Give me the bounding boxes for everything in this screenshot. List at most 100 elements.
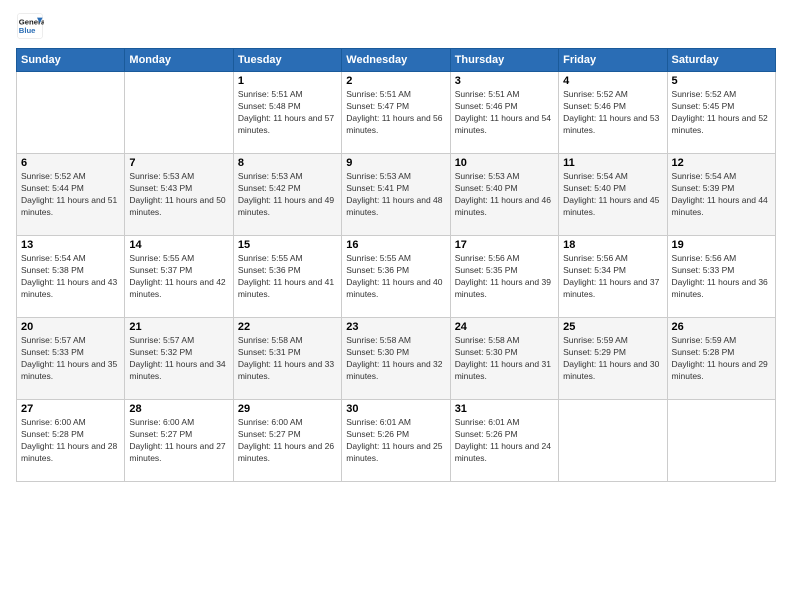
day-number: 22 bbox=[238, 321, 337, 333]
day-number: 16 bbox=[346, 239, 445, 251]
day-info: Sunrise: 5:52 AM Sunset: 5:45 PM Dayligh… bbox=[672, 89, 771, 137]
day-info: Sunrise: 6:01 AM Sunset: 5:26 PM Dayligh… bbox=[455, 417, 554, 465]
day-number: 11 bbox=[563, 157, 662, 169]
day-info: Sunrise: 5:55 AM Sunset: 5:36 PM Dayligh… bbox=[238, 253, 337, 301]
header-day-monday: Monday bbox=[125, 49, 233, 72]
week-row-1: 6Sunrise: 5:52 AM Sunset: 5:44 PM Daylig… bbox=[17, 154, 776, 236]
week-row-4: 27Sunrise: 6:00 AM Sunset: 5:28 PM Dayli… bbox=[17, 400, 776, 482]
day-number: 8 bbox=[238, 157, 337, 169]
svg-text:Blue: Blue bbox=[19, 26, 36, 35]
day-info: Sunrise: 5:51 AM Sunset: 5:48 PM Dayligh… bbox=[238, 89, 337, 137]
calendar-cell: 30 Sunrise: 6:01 AM Sunset: 5:26 PM Dayli… bbox=[342, 400, 450, 482]
day-info: Sunrise: 6:00 AM Sunset: 5:27 PM Dayligh… bbox=[238, 417, 337, 465]
day-number: 13 bbox=[21, 239, 120, 251]
day-number: 6 bbox=[21, 157, 120, 169]
day-number: 10 bbox=[455, 157, 554, 169]
day-number: 21 bbox=[129, 321, 228, 333]
calendar-cell: 6Sunrise: 5:52 AM Sunset: 5:44 PM Daylig… bbox=[17, 154, 125, 236]
day-info: Sunrise: 5:54 AM Sunset: 5:39 PM Dayligh… bbox=[672, 171, 771, 219]
day-info: Sunrise: 6:00 AM Sunset: 5:27 PM Dayligh… bbox=[129, 417, 228, 465]
day-number: 18 bbox=[563, 239, 662, 251]
day-info: Sunrise: 5:57 AM Sunset: 5:32 PM Dayligh… bbox=[129, 335, 228, 383]
header-day-saturday: Saturday bbox=[667, 49, 775, 72]
day-number: 14 bbox=[129, 239, 228, 251]
day-number: 9 bbox=[346, 157, 445, 169]
day-number: 2 bbox=[346, 75, 445, 87]
day-info: Sunrise: 5:53 AM Sunset: 5:43 PM Dayligh… bbox=[129, 171, 228, 219]
calendar-cell: 12 Sunrise: 5:54 AM Sunset: 5:39 PM Dayli… bbox=[667, 154, 775, 236]
day-info: Sunrise: 5:59 AM Sunset: 5:29 PM Dayligh… bbox=[563, 335, 662, 383]
calendar-body: 1 Sunrise: 5:51 AM Sunset: 5:48 PM Daylig… bbox=[17, 72, 776, 482]
week-row-2: 13 Sunrise: 5:54 AM Sunset: 5:38 PM Dayli… bbox=[17, 236, 776, 318]
day-info: Sunrise: 5:59 AM Sunset: 5:28 PM Dayligh… bbox=[672, 335, 771, 383]
day-number: 26 bbox=[672, 321, 771, 333]
day-number: 15 bbox=[238, 239, 337, 251]
day-number: 27 bbox=[21, 403, 120, 415]
calendar-cell: 22Sunrise: 5:58 AM Sunset: 5:31 PM Dayli… bbox=[233, 318, 341, 400]
calendar-cell bbox=[125, 72, 233, 154]
day-info: Sunrise: 5:54 AM Sunset: 5:38 PM Dayligh… bbox=[21, 253, 120, 301]
calendar-cell: 16 Sunrise: 5:55 AM Sunset: 5:36 PM Dayli… bbox=[342, 236, 450, 318]
header-day-sunday: Sunday bbox=[17, 49, 125, 72]
calendar-cell: 24 Sunrise: 5:58 AM Sunset: 5:30 PM Dayli… bbox=[450, 318, 558, 400]
day-number: 19 bbox=[672, 239, 771, 251]
calendar-cell bbox=[559, 400, 667, 482]
header-day-friday: Friday bbox=[559, 49, 667, 72]
calendar-cell: 1 Sunrise: 5:51 AM Sunset: 5:48 PM Daylig… bbox=[233, 72, 341, 154]
day-info: Sunrise: 5:55 AM Sunset: 5:36 PM Dayligh… bbox=[346, 253, 445, 301]
day-number: 5 bbox=[672, 75, 771, 87]
day-info: Sunrise: 5:56 AM Sunset: 5:34 PM Dayligh… bbox=[563, 253, 662, 301]
header-day-tuesday: Tuesday bbox=[233, 49, 341, 72]
day-number: 29 bbox=[238, 403, 337, 415]
day-info: Sunrise: 5:53 AM Sunset: 5:41 PM Dayligh… bbox=[346, 171, 445, 219]
calendar-cell: 11 Sunrise: 5:54 AM Sunset: 5:40 PM Dayli… bbox=[559, 154, 667, 236]
day-number: 4 bbox=[563, 75, 662, 87]
calendar-cell: 10Sunrise: 5:53 AM Sunset: 5:40 PM Dayli… bbox=[450, 154, 558, 236]
header-day-thursday: Thursday bbox=[450, 49, 558, 72]
day-info: Sunrise: 5:53 AM Sunset: 5:42 PM Dayligh… bbox=[238, 171, 337, 219]
calendar-cell: 15 Sunrise: 5:55 AM Sunset: 5:36 PM Dayli… bbox=[233, 236, 341, 318]
day-number: 1 bbox=[238, 75, 337, 87]
calendar-cell bbox=[667, 400, 775, 482]
week-row-3: 20Sunrise: 5:57 AM Sunset: 5:33 PM Dayli… bbox=[17, 318, 776, 400]
day-number: 3 bbox=[455, 75, 554, 87]
header-day-wednesday: Wednesday bbox=[342, 49, 450, 72]
day-number: 23 bbox=[346, 321, 445, 333]
calendar-cell: 23Sunrise: 5:58 AM Sunset: 5:30 PM Dayli… bbox=[342, 318, 450, 400]
day-info: Sunrise: 6:01 AM Sunset: 5:26 PM Dayligh… bbox=[346, 417, 445, 465]
calendar-cell: 4Sunrise: 5:52 AM Sunset: 5:46 PM Daylig… bbox=[559, 72, 667, 154]
day-info: Sunrise: 5:51 AM Sunset: 5:47 PM Dayligh… bbox=[346, 89, 445, 137]
day-info: Sunrise: 5:51 AM Sunset: 5:46 PM Dayligh… bbox=[455, 89, 554, 137]
page: General Blue SundayMondayTuesdayWednesda… bbox=[0, 0, 792, 612]
calendar-cell: 18 Sunrise: 5:56 AM Sunset: 5:34 PM Dayli… bbox=[559, 236, 667, 318]
day-number: 7 bbox=[129, 157, 228, 169]
day-number: 25 bbox=[563, 321, 662, 333]
day-number: 31 bbox=[455, 403, 554, 415]
week-row-0: 1 Sunrise: 5:51 AM Sunset: 5:48 PM Daylig… bbox=[17, 72, 776, 154]
header-row: SundayMondayTuesdayWednesdayThursdayFrid… bbox=[17, 49, 776, 72]
calendar-cell: 3 Sunrise: 5:51 AM Sunset: 5:46 PM Daylig… bbox=[450, 72, 558, 154]
calendar-cell: 28Sunrise: 6:00 AM Sunset: 5:27 PM Dayli… bbox=[125, 400, 233, 482]
day-number: 24 bbox=[455, 321, 554, 333]
calendar-cell: 29 Sunrise: 6:00 AM Sunset: 5:27 PM Dayli… bbox=[233, 400, 341, 482]
calendar-cell: 8 Sunrise: 5:53 AM Sunset: 5:42 PM Daylig… bbox=[233, 154, 341, 236]
calendar-cell: 5 Sunrise: 5:52 AM Sunset: 5:45 PM Daylig… bbox=[667, 72, 775, 154]
day-number: 30 bbox=[346, 403, 445, 415]
day-info: Sunrise: 5:54 AM Sunset: 5:40 PM Dayligh… bbox=[563, 171, 662, 219]
calendar-cell: 7 Sunrise: 5:53 AM Sunset: 5:43 PM Daylig… bbox=[125, 154, 233, 236]
day-info: Sunrise: 5:58 AM Sunset: 5:30 PM Dayligh… bbox=[455, 335, 554, 383]
header: General Blue bbox=[16, 12, 776, 40]
calendar-cell bbox=[17, 72, 125, 154]
day-info: Sunrise: 5:55 AM Sunset: 5:37 PM Dayligh… bbox=[129, 253, 228, 301]
calendar-cell: 14 Sunrise: 5:55 AM Sunset: 5:37 PM Dayli… bbox=[125, 236, 233, 318]
calendar-cell: 9 Sunrise: 5:53 AM Sunset: 5:41 PM Daylig… bbox=[342, 154, 450, 236]
calendar-cell: 21 Sunrise: 5:57 AM Sunset: 5:32 PM Dayli… bbox=[125, 318, 233, 400]
calendar-cell: 25 Sunrise: 5:59 AM Sunset: 5:29 PM Dayli… bbox=[559, 318, 667, 400]
day-number: 12 bbox=[672, 157, 771, 169]
day-info: Sunrise: 5:56 AM Sunset: 5:35 PM Dayligh… bbox=[455, 253, 554, 301]
calendar-cell: 17Sunrise: 5:56 AM Sunset: 5:35 PM Dayli… bbox=[450, 236, 558, 318]
calendar-cell: 27Sunrise: 6:00 AM Sunset: 5:28 PM Dayli… bbox=[17, 400, 125, 482]
calendar-table: SundayMondayTuesdayWednesdayThursdayFrid… bbox=[16, 48, 776, 482]
calendar-cell: 13 Sunrise: 5:54 AM Sunset: 5:38 PM Dayli… bbox=[17, 236, 125, 318]
calendar-header: SundayMondayTuesdayWednesdayThursdayFrid… bbox=[17, 49, 776, 72]
